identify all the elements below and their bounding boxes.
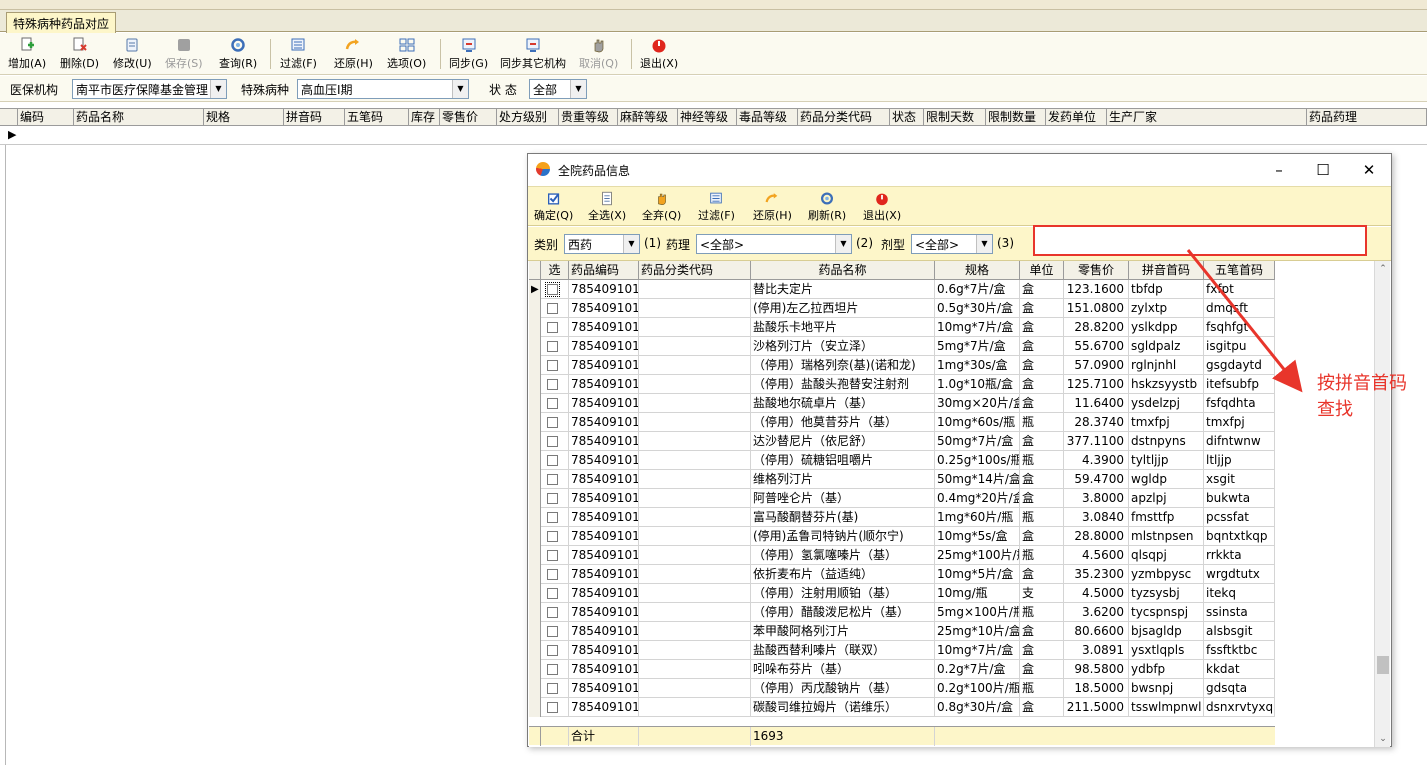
annotation-text: 按拼音首码查找	[1317, 373, 1407, 420]
annotation-arrow	[1186, 249, 1303, 393]
